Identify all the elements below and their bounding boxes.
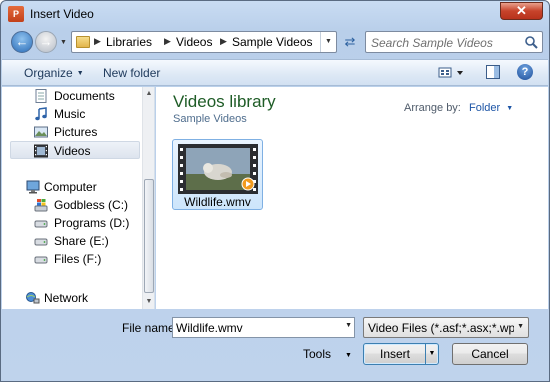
address-dropdown-button[interactable]: ▼ xyxy=(320,32,336,52)
cancel-button[interactable]: Cancel xyxy=(452,343,528,365)
new-folder-button[interactable]: New folder xyxy=(103,66,160,80)
chevron-right-icon[interactable]: ▶ xyxy=(220,36,227,47)
search-input[interactable] xyxy=(371,35,521,50)
title-bar: P Insert Video ✕ xyxy=(1,1,549,27)
network-icon xyxy=(26,292,40,304)
refresh-button[interactable]: ⇄ xyxy=(339,31,361,53)
windows-drive-icon xyxy=(34,199,48,212)
pictures-icon xyxy=(34,126,48,138)
music-icon xyxy=(35,107,47,121)
file-name-label: File name: xyxy=(122,321,179,335)
nav-label-drive-f: Files (F:) xyxy=(54,252,102,266)
drive-icon xyxy=(34,220,48,228)
nav-label-music: Music xyxy=(54,107,86,121)
nav-label-drive-e: Share (E:) xyxy=(54,234,109,248)
nav-scrollbar[interactable]: ▲ ▼ xyxy=(142,87,154,309)
close-button[interactable]: ✕ xyxy=(500,2,543,20)
insert-button[interactable]: Insert ▼ xyxy=(363,343,439,365)
nav-item-drive-f[interactable]: Files (F:) xyxy=(2,250,142,268)
breadcrumb-sample-videos[interactable]: Sample Videos xyxy=(232,35,313,49)
view-options-icon xyxy=(438,67,463,78)
forward-button[interactable]: → xyxy=(35,31,57,53)
nav-item-network[interactable]: Network xyxy=(2,289,142,307)
file-name-input[interactable] xyxy=(176,320,336,335)
library-subtitle: Sample Videos xyxy=(173,113,247,125)
search-icon[interactable] xyxy=(524,35,538,49)
chevron-down-icon: ▼ xyxy=(76,70,84,77)
window-title: Insert Video xyxy=(30,7,94,21)
chevron-right-icon[interactable]: ▶ xyxy=(164,36,171,47)
tools-button[interactable]: Tools ▼ xyxy=(303,347,352,361)
scrollbar-thumb[interactable] xyxy=(144,179,154,293)
nav-item-videos[interactable]: Videos xyxy=(10,141,140,159)
breadcrumb-videos[interactable]: Videos xyxy=(176,35,212,49)
nav-item-drive-d[interactable]: Programs (D:) xyxy=(2,214,142,232)
back-button[interactable]: ← xyxy=(11,31,33,53)
chevron-down-icon[interactable]: ▼ xyxy=(345,322,352,329)
nav-label-network: Network xyxy=(44,291,89,305)
help-icon[interactable]: ? xyxy=(517,64,533,80)
nav-item-drive-c[interactable]: Godbless (C:) xyxy=(2,196,142,214)
breadcrumb-libraries[interactable]: Libraries xyxy=(106,35,152,49)
insert-options-dropdown[interactable]: ▼ xyxy=(425,344,438,364)
library-title: Videos library xyxy=(173,92,276,111)
change-view-button[interactable] xyxy=(438,65,468,81)
navigation-pane[interactable]: Documents Music Pictures Videos Computer… xyxy=(2,87,155,309)
back-arrow-icon: ← xyxy=(15,34,29,49)
preview-pane-icon[interactable] xyxy=(486,65,500,79)
nav-item-music[interactable]: Music xyxy=(2,105,142,123)
chevron-down-icon: ▼ xyxy=(345,352,352,359)
video-thumbnail-icon xyxy=(178,144,258,194)
nav-item-drive-e[interactable]: Share (E:) xyxy=(2,232,142,250)
file-type-value: Video Files (*.asf;*.asx;*.wpl;*.wm xyxy=(368,321,514,335)
file-item[interactable]: Wildlife.wmv xyxy=(172,139,263,210)
drive-icon xyxy=(34,238,48,246)
tools-label: Tools xyxy=(303,347,332,361)
drive-icon xyxy=(34,256,48,264)
chevron-right-icon[interactable]: ▶ xyxy=(94,36,101,47)
recent-pages-dropdown[interactable]: ▼ xyxy=(60,39,67,46)
file-list-pane[interactable]: Videos library Sample Videos Arrange by:… xyxy=(156,87,548,309)
search-box[interactable] xyxy=(365,31,543,53)
file-name-combobox[interactable]: ▼ xyxy=(172,317,355,338)
arrange-by-value: Folder xyxy=(469,102,501,114)
folder-icon xyxy=(76,36,90,48)
nav-label-videos: Videos xyxy=(54,144,91,158)
computer-icon xyxy=(26,180,40,194)
nav-label-documents: Documents xyxy=(54,89,115,103)
nav-item-pictures[interactable]: Pictures xyxy=(2,123,142,141)
chevron-down-icon: ▼ xyxy=(506,105,514,112)
scroll-down-button[interactable]: ▼ xyxy=(143,295,154,309)
videos-icon xyxy=(34,144,48,158)
nav-item-computer[interactable]: Computer xyxy=(2,178,142,196)
address-bar[interactable]: ▶ Libraries ▶ Videos ▶ Sample Videos ▼ xyxy=(71,31,337,53)
organize-button[interactable]: Organize ▼ xyxy=(24,66,84,80)
nav-label-drive-d: Programs (D:) xyxy=(54,216,130,230)
arrange-by-dropdown[interactable]: Folder ▼ xyxy=(469,102,513,114)
insert-video-dialog: P Insert Video ✕ ← → ▼ ▶ Libraries ▶ Vid… xyxy=(0,0,550,382)
file-name-label: Wildlife.wmv xyxy=(184,195,251,209)
documents-icon xyxy=(35,89,47,103)
nav-item-documents[interactable]: Documents xyxy=(2,87,142,105)
powerpoint-app-icon: P xyxy=(8,6,24,22)
nav-label-computer: Computer xyxy=(44,180,97,194)
arrange-by-label: Arrange by: xyxy=(404,102,461,114)
chevron-down-icon: ▼ xyxy=(517,323,524,330)
insert-label: Insert xyxy=(379,347,410,361)
scroll-up-button[interactable]: ▲ xyxy=(143,87,154,101)
nav-label-drive-c: Godbless (C:) xyxy=(54,198,129,212)
file-type-select[interactable]: Video Files (*.asf;*.asx;*.wpl;*.wm ▼ xyxy=(363,317,529,338)
forward-arrow-icon: → xyxy=(39,34,53,49)
nav-label-pictures: Pictures xyxy=(54,125,98,139)
refresh-icon: ⇄ xyxy=(344,34,356,49)
command-toolbar: Organize ▼ New folder ? xyxy=(2,59,548,86)
organize-label: Organize xyxy=(24,66,73,80)
